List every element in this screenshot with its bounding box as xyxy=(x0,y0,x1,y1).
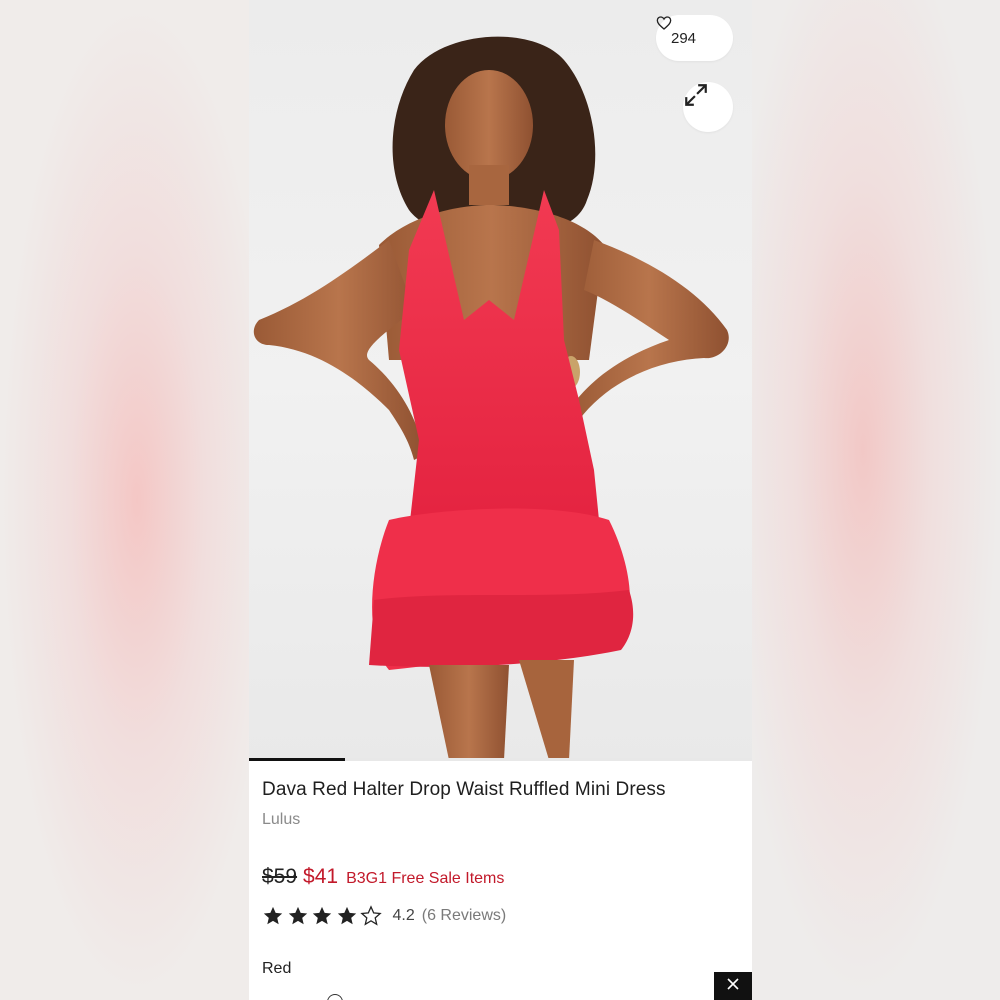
expand-image-button[interactable] xyxy=(683,82,733,132)
model-illustration xyxy=(253,36,729,760)
product-brand[interactable]: Lulus xyxy=(262,811,300,829)
product-page: 294 Dava Red Halter Drop Waist Ruffled M… xyxy=(249,0,752,1000)
star-outline-icon xyxy=(360,905,382,927)
product-title: Dava Red Halter Drop Waist Ruffled Mini … xyxy=(262,779,666,800)
review-count-link[interactable]: (6 Reviews) xyxy=(422,907,506,925)
price-row: $59 $41 B3G1 Free Sale Items xyxy=(262,865,504,889)
background-blur-left xyxy=(0,0,249,1000)
background-blur-right xyxy=(751,0,1000,1000)
sale-price: $41 xyxy=(303,865,339,888)
gallery-progress xyxy=(249,758,752,761)
like-count: 294 xyxy=(670,29,697,47)
star-icon xyxy=(287,905,309,927)
heart-outline-icon xyxy=(656,16,718,46)
rating-value: 4.2 xyxy=(392,907,415,924)
color-swatch[interactable] xyxy=(327,994,343,1000)
original-price: $59 xyxy=(262,865,298,888)
star-icon xyxy=(336,905,358,927)
close-button[interactable] xyxy=(714,972,752,1000)
star-icon xyxy=(311,905,333,927)
close-icon xyxy=(726,977,740,996)
selected-color-label: Red xyxy=(262,960,292,977)
product-photo[interactable]: 294 xyxy=(249,0,752,760)
like-count-button[interactable]: 294 xyxy=(656,15,733,61)
promo-text[interactable]: B3G1 Free Sale Items xyxy=(346,870,504,888)
rating-row[interactable]: 4.2 (6 Reviews) xyxy=(262,905,506,927)
gallery-progress-fill xyxy=(249,758,345,761)
star-icon xyxy=(262,905,284,927)
